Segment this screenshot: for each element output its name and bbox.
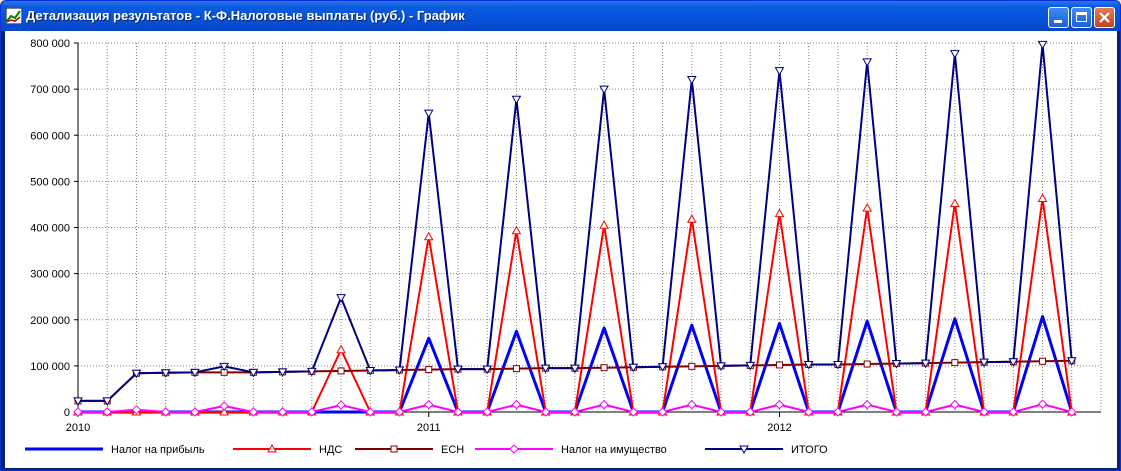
series-3-point: [511, 399, 522, 410]
y-tick-label: 100 000: [30, 361, 70, 373]
series-4-point: [686, 75, 697, 85]
maximize-button[interactable]: [1071, 7, 1092, 28]
y-tick-label: 0: [64, 407, 70, 419]
x-tick-label: 2010: [66, 422, 90, 434]
legend-label-4: ИТОГО: [791, 444, 828, 456]
series-3-point: [687, 399, 697, 410]
minimize-button[interactable]: [1048, 7, 1069, 28]
y-tick-label: 800 000: [30, 38, 70, 50]
series-2-point: [951, 359, 959, 367]
series-1-point: [1037, 193, 1048, 202]
maximize-icon: [1076, 12, 1087, 22]
series-3-point: [336, 400, 346, 410]
series-1-point: [949, 198, 960, 208]
series-3-point: [862, 399, 872, 410]
series-3-point: [1037, 399, 1048, 409]
series-4-point: [774, 67, 785, 76]
series-2-point: [600, 364, 608, 372]
series-3-point: [599, 399, 609, 410]
minimize-icon: [1054, 20, 1062, 23]
legend-label-2: ЕСН: [441, 444, 464, 456]
series-3-point: [950, 399, 960, 410]
series-3-point: [219, 401, 229, 411]
series-2-point: [688, 362, 696, 370]
series-3-point: [774, 399, 785, 410]
title-bar[interactable]: Детализация результатов - К-Ф.Налоговые …: [1, 1, 1120, 31]
legend-label-0: Налог на прибыль: [111, 444, 205, 456]
series-1-point: [686, 214, 697, 223]
chart-area: 0 100 000 200 000 300 000 400 000 500 000 600 …: [5, 31, 1117, 468]
close-icon: [1099, 12, 1110, 23]
legend-label-3: Налог на имущество: [561, 444, 667, 456]
series-4-point: [336, 294, 346, 303]
x-tick-label: 2012: [767, 422, 791, 434]
series-2-point: [337, 367, 345, 375]
series-4-point: [949, 50, 960, 59]
series-2-point: [1039, 357, 1047, 365]
legend-label-1: НДС: [319, 444, 342, 456]
series-1-point: [862, 203, 873, 212]
x-tick-label: 2011: [417, 422, 441, 434]
series-1-point: [423, 231, 434, 241]
y-tick-label: 500 000: [30, 176, 70, 188]
series-4-point: [1037, 40, 1048, 50]
legend-marker-3: [509, 444, 519, 454]
series-2-point: [425, 366, 433, 374]
y-tick-label: 700 000: [30, 84, 70, 96]
legend-marker-2: [390, 445, 398, 453]
series-1-point: [336, 344, 346, 354]
line-chart: 0 100 000 200 000 300 000 400 000 500 000 600 …: [25, 38, 1102, 456]
close-button[interactable]: [1094, 7, 1115, 28]
chart-app-icon: [6, 8, 22, 24]
series-4-point: [511, 95, 522, 105]
y-tick-label: 300 000: [30, 269, 70, 281]
series-4-point: [423, 109, 434, 119]
y-tick-label: 200 000: [30, 315, 70, 327]
window-title: Детализация результатов - К-Ф.Налоговые …: [26, 8, 465, 23]
chart-window: Детализация результатов - К-Ф.Налоговые …: [0, 0, 1121, 471]
y-tick-label: 400 000: [30, 223, 70, 235]
series-2-point: [512, 365, 520, 373]
series-1-point: [599, 220, 609, 229]
series-3-point: [424, 399, 434, 410]
y-tick-label: 600 000: [30, 130, 70, 142]
series-4-point: [862, 58, 873, 67]
series-2-point: [775, 361, 783, 369]
series-1-point: [774, 208, 785, 218]
series-2-point: [863, 360, 871, 368]
